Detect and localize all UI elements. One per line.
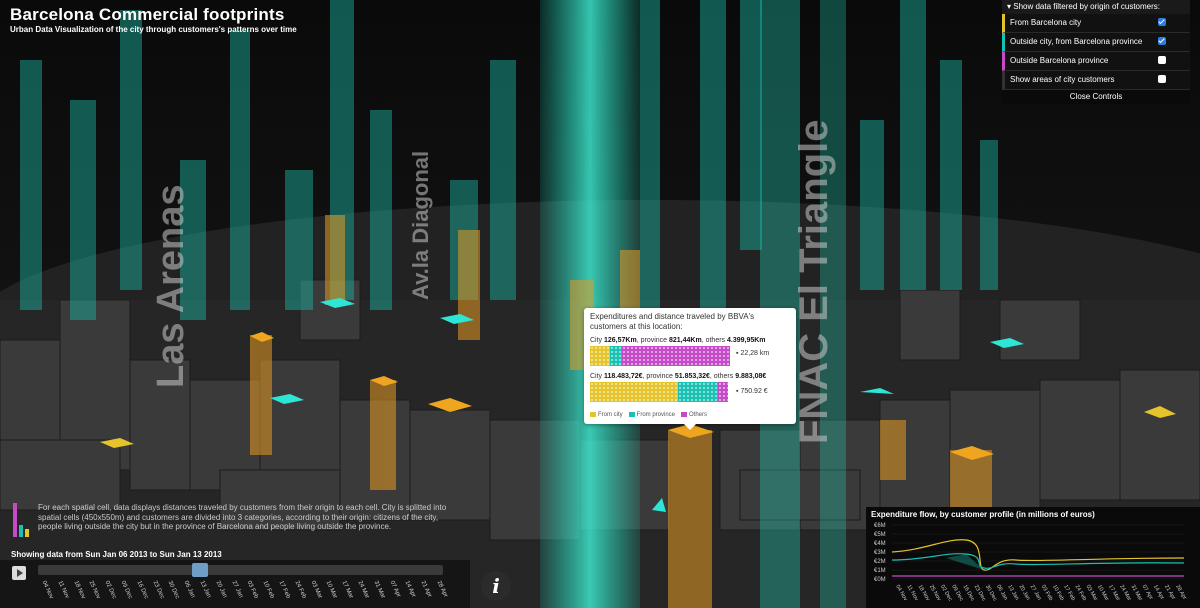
checkbox-outside-province[interactable] bbox=[1158, 56, 1166, 64]
checkbox-from-province[interactable] bbox=[1158, 37, 1166, 45]
filter-label: Show areas of city customers bbox=[1010, 75, 1115, 84]
street-label-fnac: FNAC El Triangle bbox=[792, 119, 836, 445]
flow-highlight-area bbox=[946, 554, 984, 570]
expense-summary: City 118.483,72€, province 51.853,32€, o… bbox=[590, 373, 767, 380]
tooltip-heading: Expenditures and distance traveled by BB… bbox=[590, 312, 755, 331]
filter-label: Outside Barcelona province bbox=[1010, 56, 1109, 65]
distance-summary: City 126,57Km, province 821,44Km, others… bbox=[590, 337, 766, 344]
page-subtitle: Urban Data Visualization of the city thr… bbox=[10, 25, 297, 34]
filter-label: Outside city, from Barcelona province bbox=[1010, 37, 1143, 46]
checkbox-city-areas[interactable] bbox=[1158, 75, 1166, 83]
flow-y-tick: €5M bbox=[874, 532, 886, 538]
flow-y-tick: €3M bbox=[874, 550, 886, 556]
bar-legend-icon bbox=[13, 503, 29, 537]
controls-header[interactable]: ▾ Show data filtered by origin of custom… bbox=[1002, 0, 1190, 14]
filter-label: From Barcelona city bbox=[1010, 18, 1082, 27]
legend-province: From province bbox=[628, 412, 675, 418]
filter-from-province[interactable]: Outside city, from Barcelona province bbox=[1002, 33, 1190, 52]
timeline-track[interactable] bbox=[38, 565, 443, 575]
timeline-thumb[interactable] bbox=[192, 563, 208, 577]
location-tooltip: Expenditures and distance traveled by BB… bbox=[584, 308, 796, 430]
expense-key: ▪ 750.92 € bbox=[736, 388, 768, 395]
street-label-diagonal: Av.la Diagonal bbox=[408, 150, 433, 300]
legend-others: Others bbox=[681, 412, 707, 418]
flow-y-tick: €2M bbox=[874, 559, 886, 565]
legend-city: From city bbox=[590, 412, 623, 418]
filter-from-city[interactable]: From Barcelona city bbox=[1002, 14, 1190, 33]
flow-series-city bbox=[891, 539, 1185, 571]
expense-dot-bar bbox=[590, 382, 728, 402]
expenditure-flow-chart: €6M€5M€4M€3M€2M€1M€0M04 Nov11 Nov18 Nov2… bbox=[874, 523, 1187, 602]
flow-y-tick: €1M bbox=[874, 568, 886, 574]
flow-y-tick: €6M bbox=[874, 523, 886, 529]
play-button[interactable] bbox=[12, 566, 26, 580]
flow-y-tick: €0M bbox=[874, 577, 886, 583]
page-title: Barcelona Commercial footprints bbox=[10, 5, 285, 24]
date-range-label: Showing data from Sun Jan 06 2013 to Sun… bbox=[11, 550, 222, 559]
distance-dot-bar bbox=[590, 346, 730, 366]
filter-city-areas[interactable]: Show areas of city customers bbox=[1002, 71, 1190, 90]
controls-header-label: Show data filtered by origin of customer… bbox=[1013, 2, 1160, 11]
tooltip-legend: From city From province Others bbox=[590, 412, 707, 418]
controls-panel: ▾ Show data filtered by origin of custom… bbox=[1002, 0, 1190, 104]
filter-outside-province[interactable]: Outside Barcelona province bbox=[1002, 52, 1190, 71]
close-controls-button[interactable]: Close Controls bbox=[1002, 90, 1190, 104]
checkbox-from-city[interactable] bbox=[1158, 18, 1166, 26]
flow-y-tick: €4M bbox=[874, 541, 886, 547]
distance-key: ▪ 22,28 km bbox=[736, 350, 770, 357]
flow-x-tick: 28 Apr bbox=[1174, 584, 1187, 601]
street-label-las-arenas: Las Arenas bbox=[150, 184, 192, 388]
info-button[interactable]: i bbox=[481, 571, 511, 601]
description-text: For each spatial cell, data displays dis… bbox=[38, 503, 447, 531]
